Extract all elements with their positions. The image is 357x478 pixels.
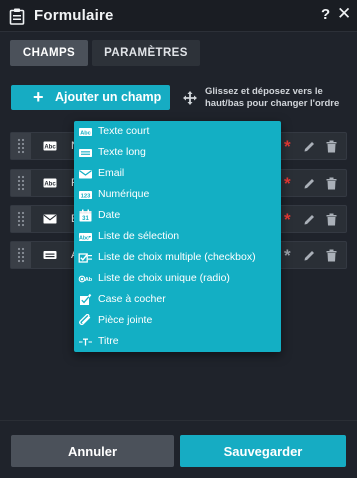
menu-item-date[interactable]: 31 Date <box>74 205 281 226</box>
menu-item-label: Liste de choix unique (radio) <box>98 272 230 284</box>
footer-divider <box>0 420 357 421</box>
menu-item-label: Texte court <box>98 125 150 137</box>
help-button[interactable]: ? <box>321 6 330 23</box>
text-short-icon: Abc <box>79 128 92 136</box>
move-arrows-icon <box>183 91 197 105</box>
tab-champs[interactable]: CHAMPS <box>10 40 88 66</box>
trash-icon[interactable] <box>326 249 337 262</box>
menu-item-label: Date <box>98 209 121 221</box>
required-mark[interactable]: * <box>284 138 291 155</box>
required-mark[interactable]: * <box>284 211 291 228</box>
select-list-icon: Abc <box>79 233 92 241</box>
menu-item-texte-long[interactable]: Texte long <box>74 142 281 163</box>
menu-item-label: Titre <box>98 335 119 347</box>
menu-item-case-a-cocher[interactable]: Case à cocher <box>74 289 281 310</box>
menu-item-label: Liste de sélection <box>98 230 180 242</box>
pencil-icon[interactable] <box>303 140 316 153</box>
menu-item-liste-selection[interactable]: Abc Liste de sélection <box>74 226 281 247</box>
menu-item-email[interactable]: Email <box>74 163 281 184</box>
menu-item-label: Case à cocher <box>98 293 166 305</box>
menu-item-label: Texte long <box>98 146 146 158</box>
svg-text:Abc: Abc <box>80 130 90 136</box>
paperclip-icon <box>79 314 91 326</box>
menu-item-texte-court[interactable]: Abc Texte court <box>74 121 281 142</box>
numeric-icon: 123 <box>79 191 92 199</box>
drag-handle-icon <box>17 211 25 227</box>
text-long-icon <box>79 149 92 157</box>
close-button[interactable]: ✕ <box>337 4 351 24</box>
trash-icon[interactable] <box>326 140 337 153</box>
svg-text:31: 31 <box>82 216 89 222</box>
plus-icon: + <box>33 87 44 107</box>
menu-item-choix-unique[interactable]: Ab Liste de choix unique (radio) <box>74 268 281 289</box>
menu-item-label: Liste de choix multiple (checkbox) <box>98 251 256 263</box>
pencil-icon[interactable] <box>303 249 316 262</box>
menu-item-titre[interactable]: Titre <box>74 331 281 352</box>
dialog-title: Formulaire <box>34 7 114 24</box>
required-mark[interactable]: * <box>284 175 291 192</box>
text-field-icon: Abc <box>43 141 57 151</box>
menu-item-piece-jointe[interactable]: Pièce jointe <box>74 310 281 331</box>
menu-item-label: Pièce jointe <box>98 314 153 326</box>
pencil-icon[interactable] <box>303 213 316 226</box>
svg-text:Abc: Abc <box>79 235 89 241</box>
tab-bar: CHAMPS PARAMÈTRES <box>10 40 200 66</box>
drag-handle[interactable] <box>11 206 31 232</box>
reorder-hint: Glissez et déposez vers le haut/bas pour… <box>205 86 340 109</box>
trash-icon[interactable] <box>326 177 337 190</box>
text-long-icon <box>43 251 57 259</box>
add-field-label: Ajouter un champ <box>55 90 162 104</box>
menu-item-label: Email <box>98 167 125 179</box>
drag-handle[interactable] <box>11 170 31 196</box>
calendar-icon: 31 <box>79 209 92 222</box>
add-field-button[interactable]: + Ajouter un champ <box>11 85 170 110</box>
save-button[interactable]: Sauvegarder <box>180 435 346 467</box>
dialog-header: Formulaire ? ✕ <box>0 0 357 32</box>
email-icon <box>43 214 57 224</box>
svg-text:123: 123 <box>81 193 91 199</box>
drag-handle-icon <box>17 247 25 263</box>
svg-text:Abc: Abc <box>44 145 56 151</box>
title-icon <box>79 338 92 346</box>
menu-item-choix-multiple[interactable]: Liste de choix multiple (checkbox) <box>74 247 281 268</box>
svg-text:Ab: Ab <box>85 277 93 283</box>
tab-parametres[interactable]: PARAMÈTRES <box>92 40 200 66</box>
pencil-icon[interactable] <box>303 177 316 190</box>
radio-list-icon: Ab <box>78 275 93 283</box>
trash-icon[interactable] <box>326 213 337 226</box>
required-mark[interactable]: * <box>284 247 291 264</box>
text-field-icon: Abc <box>43 178 57 188</box>
drag-handle-icon <box>17 175 25 191</box>
drag-handle-icon <box>17 138 25 154</box>
menu-item-numerique[interactable]: 123 Numérique <box>74 184 281 205</box>
drag-handle[interactable] <box>11 242 31 268</box>
form-clipboard-icon <box>9 8 25 25</box>
checkbox-icon <box>80 293 92 305</box>
cancel-button[interactable]: Annuler <box>11 435 174 467</box>
menu-item-label: Numérique <box>98 188 150 200</box>
field-type-menu: Abc Texte court Texte long Email 123 Num… <box>74 121 281 352</box>
svg-text:Abc: Abc <box>44 182 56 188</box>
multi-checkbox-icon <box>78 253 92 263</box>
drag-handle[interactable] <box>11 133 31 159</box>
email-icon <box>79 170 92 179</box>
